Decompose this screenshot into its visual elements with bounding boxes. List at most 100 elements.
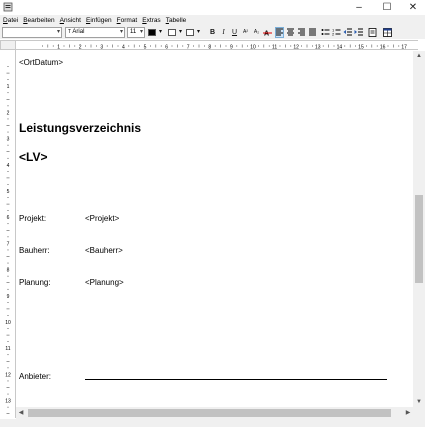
ruler-number: 11: [5, 346, 10, 352]
minimize-button[interactable]: –: [346, 0, 372, 15]
vertical-scrollbar[interactable]: ▲ ▼: [413, 51, 425, 407]
font-select-value: Arial: [72, 29, 85, 35]
highlight-color-button[interactable]: [186, 29, 194, 36]
scroll-up-button[interactable]: ▲: [413, 51, 425, 61]
maximize-button[interactable]: ☐: [374, 0, 400, 15]
format-toolbar: ▾ T Arial ▾ 11 ▾ ▾ ▾ ▾ B I U A² A₂ A 12: [0, 26, 425, 39]
align-center-button[interactable]: [286, 27, 295, 38]
align-center-icon: [287, 28, 294, 36]
numbered-list-icon: 12: [332, 28, 341, 37]
bold-button[interactable]: B: [208, 27, 217, 38]
truetype-icon: T: [68, 29, 72, 35]
align-justify-icon: [309, 28, 316, 36]
align-justify-button[interactable]: [308, 27, 317, 38]
style-select[interactable]: ▾: [2, 27, 62, 38]
text-color-dropdown[interactable]: ▾: [156, 27, 165, 38]
ruler-number: 13: [315, 45, 321, 51]
menu-format[interactable]: Format: [117, 15, 138, 26]
increase-indent-button[interactable]: [354, 27, 363, 38]
ruler-number: 3: [7, 137, 10, 143]
anbieter-label: Anbieter:: [19, 372, 52, 381]
ruler-number: 4: [7, 163, 10, 169]
menu-einfuegen[interactable]: Einfügen: [86, 15, 112, 26]
scroll-down-button[interactable]: ▼: [413, 397, 425, 407]
ruler-number: 17: [401, 45, 407, 51]
horizontal-scrollbar[interactable]: ◀ ▶: [16, 407, 413, 419]
anbieter-signature-line: [85, 379, 387, 380]
svg-text:A: A: [264, 31, 269, 38]
subscript-button[interactable]: A₂: [252, 27, 261, 38]
vertical-ruler-ticks: 12345678910111213: [5, 66, 11, 415]
document-page[interactable]: <OrtDatum> Leistungsverzeichnis <LV> Pro…: [16, 51, 413, 407]
bullet-list-icon: [321, 29, 330, 35]
ruler-number: 10: [5, 320, 11, 326]
planung-label: Planung:: [19, 278, 51, 287]
horizontal-ruler-ticks: 1 2 3 4 5 6 7 8 9 10 11 12 13 14 15 16 17: [42, 44, 407, 51]
align-left-icon: [276, 28, 283, 36]
horizontal-scroll-thumb[interactable]: [28, 409, 391, 417]
menu-datei[interactable]: Datei: [3, 15, 18, 26]
vertical-ruler[interactable]: 1 2 3 4 5 6 7 8 9 10 11 12 13: [0, 50, 16, 418]
background-color-dropdown[interactable]: ▾: [176, 27, 185, 38]
ruler-number: 8: [7, 268, 10, 274]
chevron-left-icon: ◀: [18, 410, 24, 416]
ruler-number: 12: [5, 372, 11, 378]
ruler-number: 1: [7, 84, 10, 90]
ruler-number: 2: [79, 45, 82, 51]
ruler-number: 6: [7, 215, 10, 221]
background-color-button[interactable]: [168, 29, 176, 36]
scroll-left-button[interactable]: ◀: [16, 407, 26, 419]
strikethrough-icon: A: [263, 31, 272, 38]
paragraph-format-button[interactable]: [368, 27, 377, 38]
menu-bearbeiten[interactable]: Bearbeiten: [23, 15, 54, 26]
menu-bar: Datei Bearbeiten Ansicht Einfügen Format…: [0, 15, 425, 26]
ruler-number: 8: [208, 45, 211, 51]
menu-tabelle[interactable]: Tabelle: [166, 15, 187, 26]
text-color-button[interactable]: [148, 29, 156, 36]
decrease-indent-button[interactable]: [343, 27, 352, 38]
projekt-field: <Projekt>: [85, 214, 120, 223]
ruler-number: 7: [7, 241, 10, 247]
font-size-select[interactable]: 11 ▾: [127, 27, 145, 38]
ruler-number: 13: [5, 399, 11, 405]
ruler-number: 10: [250, 45, 256, 51]
bullet-list-button[interactable]: [321, 27, 330, 38]
status-bar: [0, 419, 425, 427]
ruler-number: 9: [7, 294, 10, 300]
chevron-down-icon: ▾: [139, 29, 143, 35]
highlight-color-dropdown[interactable]: ▾: [194, 27, 203, 38]
superscript-button[interactable]: A²: [241, 27, 250, 38]
align-right-icon: [298, 28, 305, 36]
indent-icon: [354, 28, 363, 36]
ruler-corner-tab-selector[interactable]: [0, 40, 16, 50]
bauherr-field: <Bauherr>: [85, 246, 123, 255]
underline-button[interactable]: U: [230, 27, 239, 38]
ruler-number: 6: [165, 45, 168, 51]
insert-table-button[interactable]: [383, 27, 392, 38]
outdent-icon: [343, 28, 352, 36]
ruler-number: 15: [358, 45, 364, 51]
ruler-number: 5: [7, 189, 10, 195]
close-button[interactable]: ✕: [400, 0, 425, 15]
chevron-down-icon: ▼: [416, 399, 422, 405]
vertical-scroll-thumb[interactable]: [415, 195, 423, 283]
scroll-right-button[interactable]: ▶: [403, 407, 413, 419]
chevron-down-icon: ▾: [196, 29, 200, 35]
app-icon: [3, 2, 13, 12]
horizontal-ruler[interactable]: 1 2 3 4 5 6 7 8 9 10 11 12 13 14 15 16 17: [16, 40, 418, 50]
align-right-button[interactable]: [297, 27, 306, 38]
ruler-number: 7: [187, 45, 190, 51]
menu-extras[interactable]: Extras: [142, 15, 160, 26]
table-icon: [383, 28, 392, 37]
menu-ansicht[interactable]: Ansicht: [60, 15, 81, 26]
align-left-button[interactable]: [275, 27, 284, 38]
bauherr-label: Bauherr:: [19, 246, 50, 255]
font-select[interactable]: T Arial ▾: [65, 27, 125, 38]
ruler-number: 3: [100, 45, 103, 51]
italic-button[interactable]: I: [219, 27, 228, 38]
chevron-down-icon: ▾: [119, 29, 123, 35]
strikethrough-button[interactable]: A: [263, 27, 272, 38]
ruler-number: 1: [57, 45, 60, 51]
ruler-number: 12: [293, 45, 299, 51]
numbered-list-button[interactable]: 12: [332, 27, 341, 38]
